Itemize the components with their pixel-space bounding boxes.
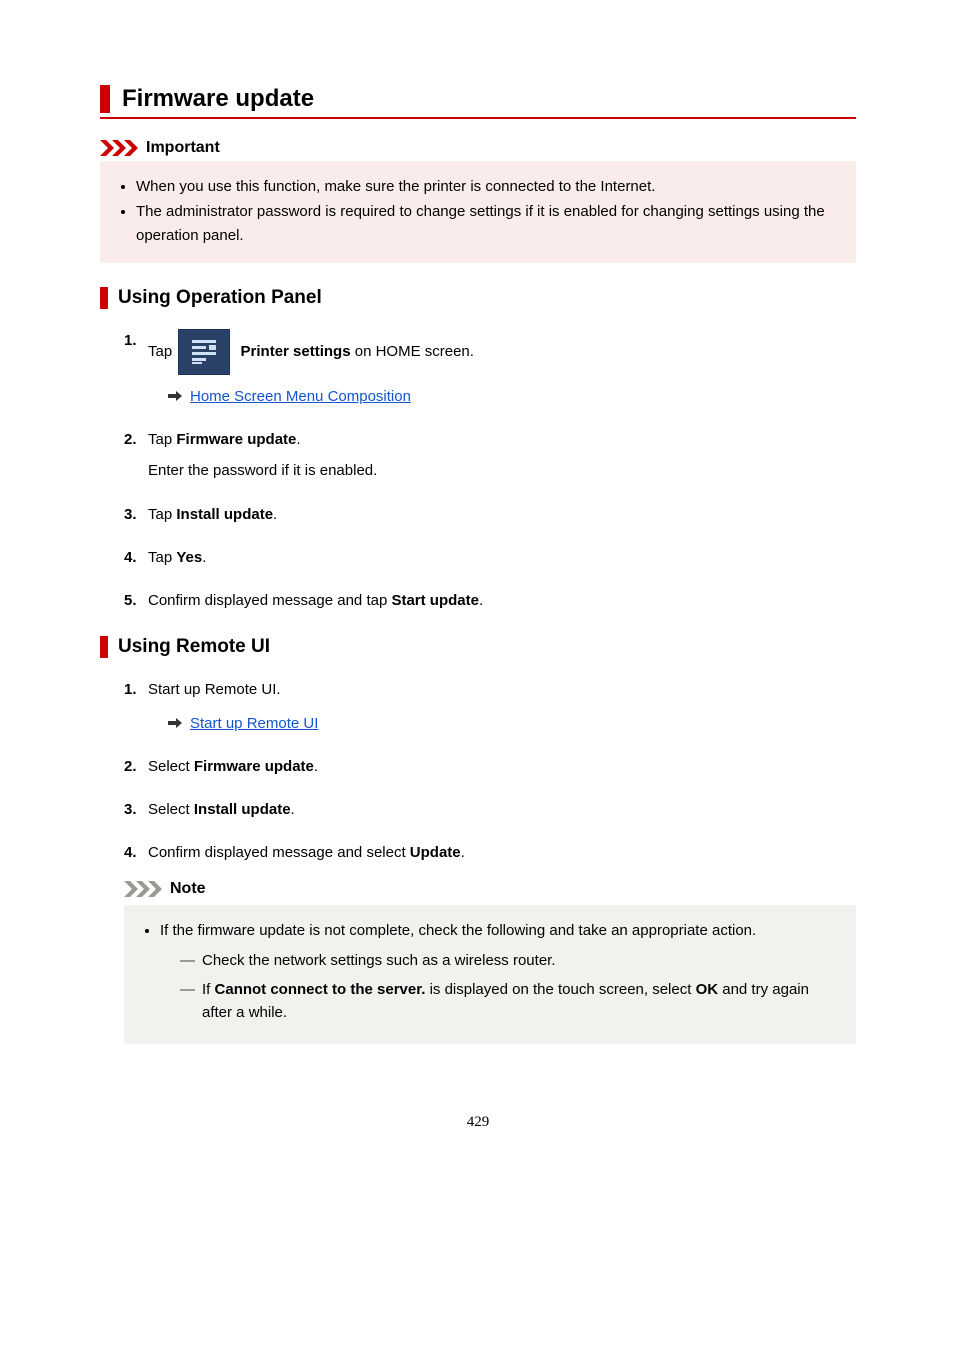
note-header: Note <box>124 877 856 902</box>
step-2-post: . <box>296 431 300 448</box>
step-1: Tap Printer settings on HOME screen. <box>124 329 856 408</box>
operation-panel-steps: Tap Printer settings on HOME screen. <box>100 329 856 613</box>
step-5-pre: Confirm displayed message and tap <box>148 592 391 609</box>
chevrons-icon <box>124 881 162 897</box>
step-2-sub: Enter the password if it is enabled. <box>148 459 856 482</box>
page-title-block: Firmware update <box>100 85 856 113</box>
step-1-post: on HOME screen. <box>351 343 474 360</box>
step-1-pre: Tap <box>148 343 172 360</box>
rstep-4: Confirm displayed message and select Upd… <box>124 841 856 1044</box>
rstep-1-link-row: Start up Remote UI <box>148 712 856 735</box>
start-up-remote-ui-link[interactable]: Start up Remote UI <box>190 712 318 735</box>
note-label: Note <box>170 877 206 902</box>
rstep-2-post: . <box>314 758 318 775</box>
title-rule <box>100 117 856 119</box>
note-callout: Note If the firmware update is not compl… <box>124 877 856 1045</box>
rstep-4-pre: Confirm displayed message and select <box>148 844 410 861</box>
note-dash-2: If Cannot connect to the server. is disp… <box>180 978 840 1025</box>
note-dash-1: Check the network settings such as a wir… <box>180 949 840 972</box>
rstep-3-bold: Install update <box>194 801 291 818</box>
rstep-3: Select Install update. <box>124 798 856 821</box>
step-3-pre: Tap <box>148 506 176 523</box>
important-item: The administrator password is required t… <box>136 200 840 247</box>
step-3-bold: Install update <box>176 506 273 523</box>
rstep-3-post: . <box>291 801 295 818</box>
rstep-2-pre: Select <box>148 758 194 775</box>
rstep-3-pre: Select <box>148 801 194 818</box>
important-callout: Important When you use this function, ma… <box>100 139 856 263</box>
rstep-2-bold: Firmware update <box>194 758 314 775</box>
remote-ui-steps: Start up Remote UI. Start up Remote UI S… <box>100 678 856 1044</box>
note-dash-2-bold1: Cannot connect to the server. <box>215 981 426 998</box>
step-3-post: . <box>273 506 277 523</box>
rstep-4-post: . <box>461 844 465 861</box>
note-body: If the firmware update is not complete, … <box>124 905 856 1044</box>
section-title: Using Remote UI <box>118 636 856 658</box>
note-intro-text: If the firmware update is not complete, … <box>160 922 756 939</box>
section-heading-operation-panel: Using Operation Panel <box>100 287 856 309</box>
step-5-bold: Start update <box>391 592 479 609</box>
step-2-pre: Tap <box>148 431 176 448</box>
document-page: Firmware update Important When you use t… <box>0 0 954 1191</box>
rstep-4-bold: Update <box>410 844 461 861</box>
step-2-bold: Firmware update <box>176 431 296 448</box>
note-dash-2-pre: If <box>202 981 215 998</box>
step-5-post: . <box>479 592 483 609</box>
step-4-post: . <box>202 549 206 566</box>
section-heading-remote-ui: Using Remote UI <box>100 636 856 658</box>
arrow-right-icon <box>168 390 182 402</box>
important-header: Important <box>100 139 856 157</box>
step-4-bold: Yes <box>176 549 202 566</box>
page-number: 429 <box>100 1114 856 1131</box>
chevrons-icon <box>100 140 138 156</box>
step-2: Tap Firmware update. Enter the password … <box>124 428 856 483</box>
step-2-head: Tap Firmware update. <box>148 428 856 451</box>
printer-settings-icon <box>178 329 230 375</box>
important-item: When you use this function, make sure th… <box>136 175 840 198</box>
home-screen-menu-link[interactable]: Home Screen Menu Composition <box>190 385 411 408</box>
step-1-link-row: Home Screen Menu Composition <box>148 385 856 408</box>
step-1-bold: Printer settings <box>241 343 351 360</box>
note-intro: If the firmware update is not complete, … <box>160 919 840 1024</box>
note-dash-2-mid: is displayed on the touch screen, select <box>425 981 695 998</box>
step-3: Tap Install update. <box>124 503 856 526</box>
arrow-right-icon <box>168 717 182 729</box>
note-dash-2-bold2: OK <box>696 981 719 998</box>
important-body: When you use this function, make sure th… <box>100 161 856 263</box>
page-title: Firmware update <box>122 85 856 113</box>
step-4: Tap Yes. <box>124 546 856 569</box>
important-label: Important <box>146 139 220 157</box>
step-5: Confirm displayed message and tap Start … <box>124 589 856 612</box>
rstep-2: Select Firmware update. <box>124 755 856 778</box>
step-4-pre: Tap <box>148 549 176 566</box>
rstep-1: Start up Remote UI. Start up Remote UI <box>124 678 856 735</box>
rstep-1-head: Start up Remote UI. <box>148 678 856 701</box>
step-1-head: Tap Printer settings on HOME screen. <box>148 329 856 375</box>
section-title: Using Operation Panel <box>118 287 856 309</box>
